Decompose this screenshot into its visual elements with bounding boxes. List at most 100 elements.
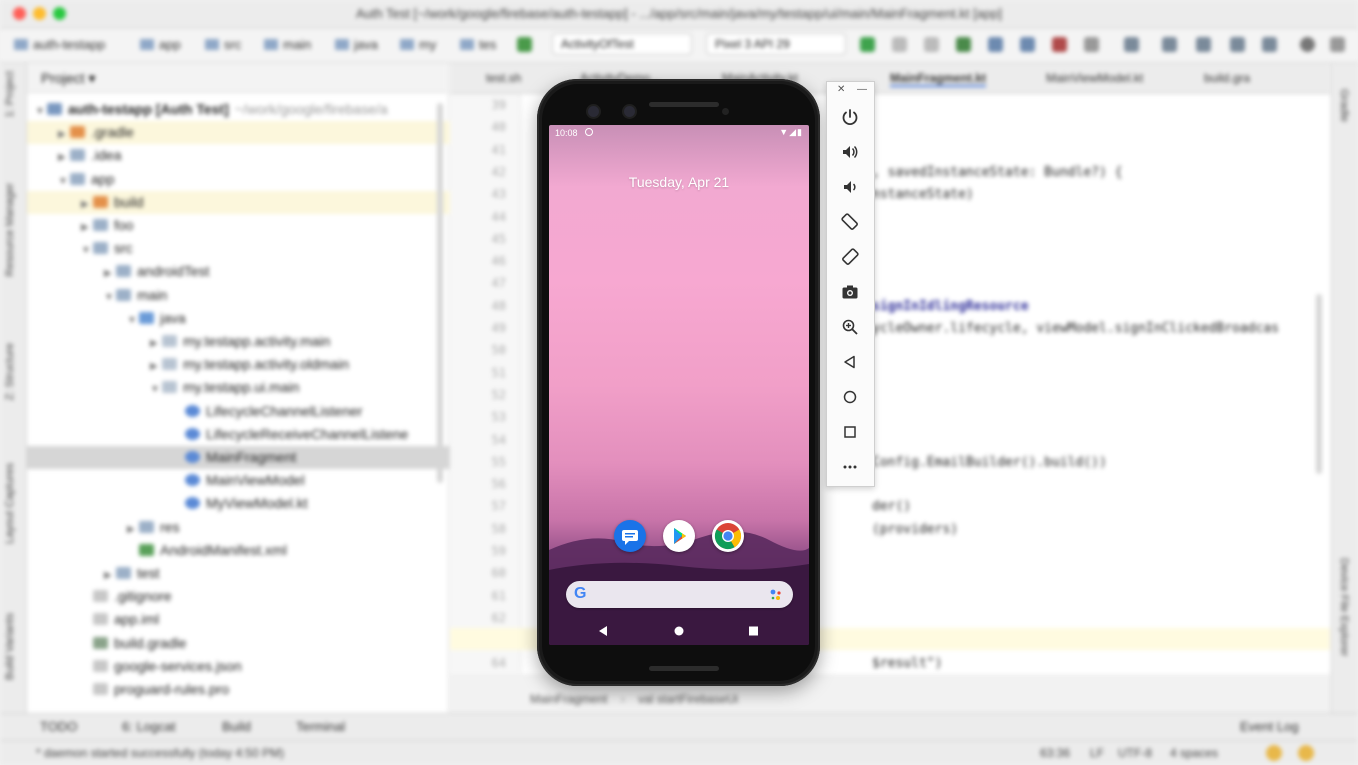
- collapsed-arrow-icon[interactable]: ▶: [58, 146, 70, 169]
- assistant-mic-icon[interactable]: [769, 588, 783, 602]
- emulator-close-icon[interactable]: ✕: [837, 84, 845, 95]
- breadcrumb-main[interactable]: main: [264, 37, 311, 52]
- hector-icon[interactable]: [1298, 745, 1314, 761]
- breadcrumb-my[interactable]: my: [400, 37, 436, 52]
- editor-breadcrumb-class[interactable]: MainFragment: [530, 692, 607, 706]
- expanded-arrow-icon[interactable]: ▼: [127, 309, 139, 332]
- more-button[interactable]: [835, 452, 865, 482]
- tree-item[interactable]: ▶ build: [27, 190, 489, 216]
- chrome-icon[interactable]: [712, 520, 744, 552]
- collapsed-arrow-icon[interactable]: ▶: [81, 193, 93, 216]
- tree-item[interactable]: ▶ foo: [27, 214, 489, 237]
- emulator-minimize-icon[interactable]: —: [857, 84, 867, 95]
- search-everywhere-icon[interactable]: [1300, 37, 1315, 52]
- home-button[interactable]: [835, 382, 865, 412]
- rotate-right-button[interactable]: [835, 242, 865, 272]
- tool-tab-structure[interactable]: Z: Structure: [4, 343, 16, 400]
- google-search-bar[interactable]: G: [566, 581, 793, 608]
- device-select[interactable]: Pixel 3 API 29: [706, 33, 846, 55]
- tree-item[interactable]: .gitignore: [27, 585, 489, 608]
- tool-tab-terminal[interactable]: Terminal: [296, 719, 345, 734]
- messages-icon[interactable]: [614, 520, 646, 552]
- expanded-arrow-icon[interactable]: ▼: [150, 378, 162, 401]
- play-store-icon[interactable]: [663, 520, 695, 552]
- expanded-arrow-icon[interactable]: ▼: [35, 100, 47, 123]
- avd-manager-icon[interactable]: [1124, 37, 1139, 52]
- editor-tab[interactable]: MainFragment.kt: [890, 71, 987, 87]
- profile-icon[interactable]: [988, 37, 1003, 52]
- project-structure-icon[interactable]: [1230, 37, 1245, 52]
- volume-up-button[interactable]: [835, 137, 865, 167]
- screenshot-button[interactable]: [835, 277, 865, 307]
- tool-tab-todo[interactable]: TODO: [40, 719, 77, 734]
- status-message[interactable]: * daemon started successfully (today 4:5…: [36, 746, 284, 760]
- file-encoding[interactable]: UTF-8: [1118, 746, 1152, 760]
- editor-scrollbar[interactable]: [1316, 294, 1322, 474]
- tree-item[interactable]: ▶ test: [27, 562, 512, 585]
- tree-scrollbar[interactable]: [437, 103, 443, 483]
- tool-tab-build-variants[interactable]: Build Variants: [4, 613, 16, 680]
- tree-item[interactable]: ▼ auth-testapp [Auth Test] ~/work/google/f…: [27, 98, 443, 121]
- tool-tab-logcat[interactable]: 6: Logcat: [122, 719, 176, 734]
- run-icon[interactable]: [860, 37, 875, 52]
- tree-item[interactable]: google-services.json: [27, 655, 489, 678]
- breadcrumb-module[interactable]: app: [140, 37, 181, 52]
- tool-tab-project[interactable]: 1: Project: [4, 71, 16, 117]
- collapsed-arrow-icon[interactable]: ▶: [150, 355, 162, 378]
- line-separator[interactable]: LF: [1090, 746, 1104, 760]
- tree-item[interactable]: build.gradle: [27, 632, 489, 655]
- breadcrumb-java[interactable]: java: [335, 37, 378, 52]
- nav-back-icon[interactable]: [599, 626, 607, 636]
- emulator-screen[interactable]: 10:08 ▼◢▮ Tuesday, Apr 21 G: [549, 125, 809, 645]
- expanded-arrow-icon[interactable]: ▼: [58, 170, 70, 193]
- expanded-arrow-icon[interactable]: ▼: [81, 239, 93, 262]
- settings-icon[interactable]: [1330, 37, 1345, 52]
- collapsed-arrow-icon[interactable]: ▶: [81, 216, 93, 239]
- collapsed-arrow-icon[interactable]: ▶: [58, 123, 70, 146]
- tree-item[interactable]: ▶ .idea: [27, 144, 466, 167]
- make-project-icon[interactable]: [517, 37, 532, 52]
- caret-position[interactable]: 63:36: [1040, 746, 1070, 760]
- overview-button[interactable]: [835, 417, 865, 447]
- expanded-arrow-icon[interactable]: ▼: [104, 286, 116, 309]
- home-date-widget[interactable]: Tuesday, Apr 21: [549, 174, 809, 190]
- layout-inspector-icon[interactable]: [1196, 37, 1211, 52]
- apply-code-changes-icon[interactable]: [924, 37, 939, 52]
- apply-changes-icon[interactable]: [892, 37, 907, 52]
- editor-breadcrumb-member[interactable]: val startFirebaseUi: [638, 692, 738, 706]
- back-button[interactable]: [835, 347, 865, 377]
- stop-icon[interactable]: [1052, 37, 1067, 52]
- debug-icon[interactable]: [956, 37, 971, 52]
- indent-setting[interactable]: 4 spaces: [1170, 746, 1218, 760]
- collapsed-arrow-icon[interactable]: ▶: [104, 262, 116, 285]
- tree-item[interactable]: ▼ app: [27, 168, 466, 191]
- feedback-smile-icon[interactable]: [1266, 745, 1282, 761]
- tree-item[interactable]: app.iml: [27, 608, 489, 631]
- tool-tab-build[interactable]: Build: [222, 719, 251, 734]
- editor-tab[interactable]: test.sh: [486, 71, 521, 85]
- sdk-manager-icon[interactable]: [1162, 37, 1177, 52]
- power-button[interactable]: [835, 102, 865, 132]
- rotate-left-button[interactable]: [835, 207, 865, 237]
- tool-tab-gradle[interactable]: Gradle: [1338, 89, 1350, 122]
- assistant-icon[interactable]: [1262, 37, 1277, 52]
- collapsed-arrow-icon[interactable]: ▶: [150, 332, 162, 355]
- zoom-button[interactable]: [835, 312, 865, 342]
- tool-tab-device-file-explorer[interactable]: Device File Explorer: [1338, 558, 1350, 656]
- breadcrumb-src[interactable]: src: [205, 37, 241, 52]
- attach-debugger-icon[interactable]: [1020, 37, 1035, 52]
- collapsed-arrow-icon[interactable]: ▶: [104, 564, 116, 587]
- run-config-select[interactable]: ActivityOfTest: [552, 33, 692, 55]
- tree-item[interactable]: ▶ .gradle: [27, 121, 466, 146]
- tree-item[interactable]: ▼ src: [27, 237, 489, 260]
- breadcrumb-project[interactable]: auth-testapp: [14, 37, 105, 52]
- editor-tab[interactable]: MainViewModel.kt: [1046, 71, 1143, 85]
- collapsed-arrow-icon[interactable]: ▶: [127, 518, 139, 541]
- project-view-title[interactable]: Project: [41, 70, 85, 86]
- breadcrumb-testapp[interactable]: tes: [460, 37, 496, 52]
- volume-down-button[interactable]: [835, 172, 865, 202]
- tool-tab-resource-manager[interactable]: Resource Manager: [4, 183, 16, 277]
- sync-icon[interactable]: [1084, 37, 1099, 52]
- editor-tab[interactable]: build.gra: [1204, 71, 1250, 85]
- tool-tab-layout-captures[interactable]: Layout Captures: [4, 463, 16, 544]
